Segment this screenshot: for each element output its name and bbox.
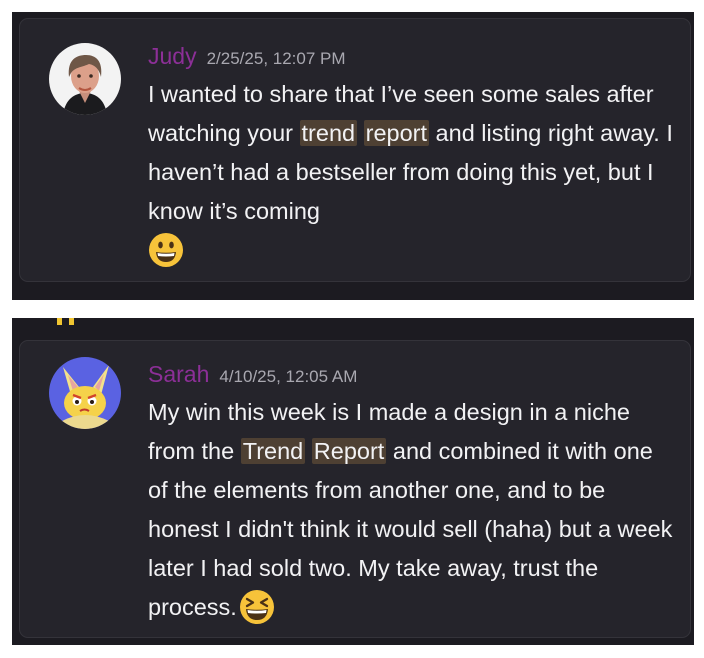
message-text-end: and combined it with one of the elements…	[148, 438, 673, 620]
laughing-squint-emoji-icon	[239, 589, 274, 624]
highlighted-word: trend	[299, 120, 358, 146]
highlighted-word: report	[363, 120, 430, 146]
partial-icon	[57, 318, 74, 325]
screenshot-panel-2: Sarah 4/10/25, 12:05 AM My win this week …	[12, 318, 694, 645]
timestamp: 2/25/25, 12:07 PM	[206, 49, 346, 68]
message-header: Sarah 4/10/25, 12:05 AM	[148, 359, 676, 389]
highlighted-word: Report	[311, 438, 387, 464]
message-text: I wanted to share that I’ve seen some sa…	[148, 75, 676, 270]
avatar[interactable]	[49, 357, 121, 429]
message: Judy 2/25/25, 12:07 PM I wanted to share …	[148, 41, 676, 270]
message-card: Judy 2/25/25, 12:07 PM I wanted to share …	[19, 18, 691, 282]
username[interactable]: Sarah	[148, 361, 209, 387]
message-text: My win this week is I made a design in a…	[148, 393, 676, 627]
screenshot-panel-1: Judy 2/25/25, 12:07 PM I wanted to share …	[12, 12, 694, 300]
username[interactable]: Judy	[148, 43, 197, 69]
message: Sarah 4/10/25, 12:05 AM My win this week …	[148, 359, 676, 627]
timestamp: 4/10/25, 12:05 AM	[219, 367, 358, 386]
message-card: Sarah 4/10/25, 12:05 AM My win this week …	[19, 340, 691, 638]
grinning-face-emoji-icon	[149, 232, 183, 267]
profile-photo-icon	[49, 43, 121, 115]
cartoon-bunny-avatar-icon	[49, 357, 121, 429]
message-header: Judy 2/25/25, 12:07 PM	[148, 41, 676, 71]
avatar[interactable]	[49, 43, 121, 115]
highlighted-word: Trend	[240, 438, 306, 464]
